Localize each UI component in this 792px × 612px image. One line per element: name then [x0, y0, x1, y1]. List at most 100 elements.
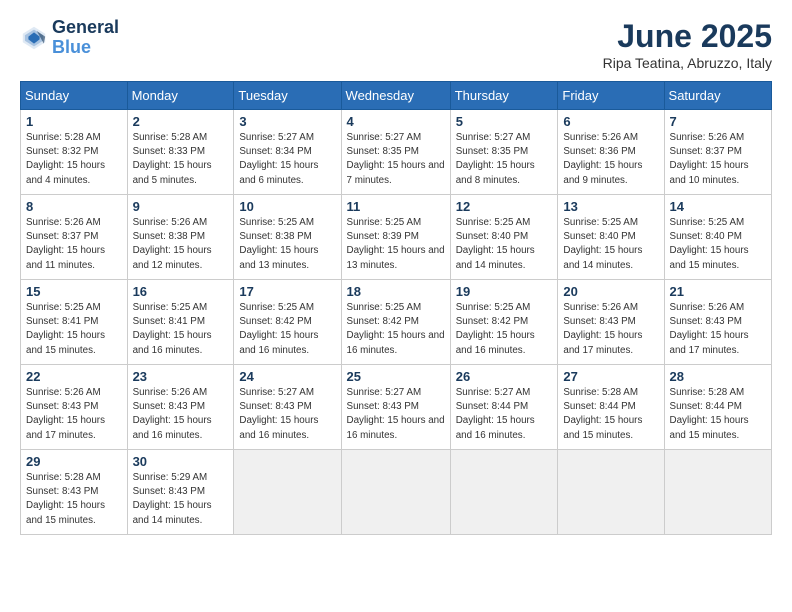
day-info: Sunrise: 5:26 AMSunset: 8:43 PMDaylight:…: [563, 301, 658, 358]
day-info: Sunrise: 5:25 AMSunset: 8:40 PMDaylight:…: [456, 216, 553, 273]
header: General Blue June 2025 Ripa Teatina, Abr…: [20, 18, 772, 71]
title-block: June 2025 Ripa Teatina, Abruzzo, Italy: [603, 18, 772, 71]
day-info: Sunrise: 5:25 AMSunset: 8:39 PMDaylight:…: [347, 216, 445, 273]
day-info: Sunrise: 5:26 AMSunset: 8:43 PMDaylight:…: [133, 386, 229, 443]
day-number: 9: [133, 199, 229, 214]
day-cell: 17 Sunrise: 5:25 AMSunset: 8:42 PMDayligh…: [234, 280, 341, 365]
day-cell: 22 Sunrise: 5:26 AMSunset: 8:43 PMDayligh…: [21, 365, 128, 450]
day-info: Sunrise: 5:28 AMSunset: 8:33 PMDaylight:…: [133, 131, 229, 188]
day-cell: 4 Sunrise: 5:27 AMSunset: 8:35 PMDaylight…: [341, 110, 450, 195]
day-cell: 11 Sunrise: 5:25 AMSunset: 8:39 PMDayligh…: [341, 195, 450, 280]
day-cell: 13 Sunrise: 5:25 AMSunset: 8:40 PMDayligh…: [558, 195, 664, 280]
day-cell: 15 Sunrise: 5:25 AMSunset: 8:41 PMDayligh…: [21, 280, 128, 365]
day-cell: 29 Sunrise: 5:28 AMSunset: 8:43 PMDayligh…: [21, 450, 128, 535]
week-row-3: 22 Sunrise: 5:26 AMSunset: 8:43 PMDayligh…: [21, 365, 772, 450]
day-number: 15: [26, 284, 122, 299]
day-info: Sunrise: 5:25 AMSunset: 8:40 PMDaylight:…: [670, 216, 766, 273]
day-number: 1: [26, 114, 122, 129]
day-cell: 3 Sunrise: 5:27 AMSunset: 8:34 PMDaylight…: [234, 110, 341, 195]
day-number: 26: [456, 369, 553, 384]
day-info: Sunrise: 5:25 AMSunset: 8:42 PMDaylight:…: [456, 301, 553, 358]
day-number: 8: [26, 199, 122, 214]
day-info: Sunrise: 5:26 AMSunset: 8:37 PMDaylight:…: [670, 131, 766, 188]
day-info: Sunrise: 5:25 AMSunset: 8:40 PMDaylight:…: [563, 216, 658, 273]
day-info: Sunrise: 5:28 AMSunset: 8:43 PMDaylight:…: [26, 471, 122, 528]
day-number: 22: [26, 369, 122, 384]
day-cell: 18Sunrise: 5:25 AMSunset: 8:42 PMDayligh…: [341, 280, 450, 365]
location: Ripa Teatina, Abruzzo, Italy: [603, 55, 772, 71]
day-number: 13: [563, 199, 658, 214]
logo-text: General Blue: [52, 18, 119, 58]
day-number: 24: [239, 369, 335, 384]
day-number: 14: [670, 199, 766, 214]
day-cell: 1 Sunrise: 5:28 AMSunset: 8:32 PMDaylight…: [21, 110, 128, 195]
day-number: 16: [133, 284, 229, 299]
day-info: Sunrise: 5:25 AMSunset: 8:42 PMDaylight:…: [347, 301, 445, 358]
day-number: 3: [239, 114, 335, 129]
day-number: 23: [133, 369, 229, 384]
day-info: Sunrise: 5:28 AMSunset: 8:32 PMDaylight:…: [26, 131, 122, 188]
day-number: 17: [239, 284, 335, 299]
day-cell: 16Sunrise: 5:25 AMSunset: 8:41 PMDayligh…: [127, 280, 234, 365]
page: General Blue June 2025 Ripa Teatina, Abr…: [0, 0, 792, 612]
day-cell: 12 Sunrise: 5:25 AMSunset: 8:40 PMDayligh…: [450, 195, 558, 280]
day-info: Sunrise: 5:27 AMSunset: 8:43 PMDaylight:…: [239, 386, 335, 443]
day-cell: 30Sunrise: 5:29 AMSunset: 8:43 PMDayligh…: [127, 450, 234, 535]
day-info: Sunrise: 5:27 AMSunset: 8:35 PMDaylight:…: [347, 131, 445, 188]
day-number: 29: [26, 454, 122, 469]
day-info: Sunrise: 5:28 AMSunset: 8:44 PMDaylight:…: [670, 386, 766, 443]
day-info: Sunrise: 5:26 AMSunset: 8:43 PMDaylight:…: [26, 386, 122, 443]
day-info: Sunrise: 5:25 AMSunset: 8:41 PMDaylight:…: [26, 301, 122, 358]
day-cell: 27Sunrise: 5:28 AMSunset: 8:44 PMDayligh…: [558, 365, 664, 450]
day-info: Sunrise: 5:27 AMSunset: 8:43 PMDaylight:…: [347, 386, 445, 443]
day-cell: [558, 450, 664, 535]
day-info: Sunrise: 5:27 AMSunset: 8:35 PMDaylight:…: [456, 131, 553, 188]
day-cell: 6 Sunrise: 5:26 AMSunset: 8:36 PMDaylight…: [558, 110, 664, 195]
day-info: Sunrise: 5:27 AMSunset: 8:34 PMDaylight:…: [239, 131, 335, 188]
day-cell: 5 Sunrise: 5:27 AMSunset: 8:35 PMDaylight…: [450, 110, 558, 195]
day-cell: 24 Sunrise: 5:27 AMSunset: 8:43 PMDayligh…: [234, 365, 341, 450]
day-number: 12: [456, 199, 553, 214]
day-info: Sunrise: 5:25 AMSunset: 8:42 PMDaylight:…: [239, 301, 335, 358]
day-number: 2: [133, 114, 229, 129]
week-row-1: 8Sunrise: 5:26 AMSunset: 8:37 PMDaylight…: [21, 195, 772, 280]
day-cell: 26 Sunrise: 5:27 AMSunset: 8:44 PMDayligh…: [450, 365, 558, 450]
day-info: Sunrise: 5:26 AMSunset: 8:36 PMDaylight:…: [563, 131, 658, 188]
week-row-4: 29 Sunrise: 5:28 AMSunset: 8:43 PMDayligh…: [21, 450, 772, 535]
day-info: Sunrise: 5:27 AMSunset: 8:44 PMDaylight:…: [456, 386, 553, 443]
day-number: 5: [456, 114, 553, 129]
month-title: June 2025: [603, 18, 772, 55]
day-number: 21: [670, 284, 766, 299]
day-info: Sunrise: 5:26 AMSunset: 8:43 PMDaylight:…: [670, 301, 766, 358]
logo-icon: [20, 24, 48, 52]
day-info: Sunrise: 5:26 AMSunset: 8:38 PMDaylight:…: [133, 216, 229, 273]
day-cell: 8Sunrise: 5:26 AMSunset: 8:37 PMDaylight…: [21, 195, 128, 280]
day-cell: 28Sunrise: 5:28 AMSunset: 8:44 PMDayligh…: [664, 365, 771, 450]
col-thursday: Thursday: [450, 82, 558, 110]
day-info: Sunrise: 5:28 AMSunset: 8:44 PMDaylight:…: [563, 386, 658, 443]
header-row: Sunday Monday Tuesday Wednesday Thursday…: [21, 82, 772, 110]
logo: General Blue: [20, 18, 119, 58]
day-number: 30: [133, 454, 229, 469]
day-cell: [450, 450, 558, 535]
calendar: Sunday Monday Tuesday Wednesday Thursday…: [20, 81, 772, 535]
day-cell: 25Sunrise: 5:27 AMSunset: 8:43 PMDayligh…: [341, 365, 450, 450]
day-number: 4: [347, 114, 445, 129]
day-cell: 10 Sunrise: 5:25 AMSunset: 8:38 PMDayligh…: [234, 195, 341, 280]
week-row-0: 1 Sunrise: 5:28 AMSunset: 8:32 PMDaylight…: [21, 110, 772, 195]
week-row-2: 15 Sunrise: 5:25 AMSunset: 8:41 PMDayligh…: [21, 280, 772, 365]
col-sunday: Sunday: [21, 82, 128, 110]
day-cell: 9 Sunrise: 5:26 AMSunset: 8:38 PMDaylight…: [127, 195, 234, 280]
col-tuesday: Tuesday: [234, 82, 341, 110]
col-monday: Monday: [127, 82, 234, 110]
day-cell: 14 Sunrise: 5:25 AMSunset: 8:40 PMDayligh…: [664, 195, 771, 280]
day-cell: 7Sunrise: 5:26 AMSunset: 8:37 PMDaylight…: [664, 110, 771, 195]
day-cell: [664, 450, 771, 535]
day-number: 20: [563, 284, 658, 299]
day-number: 19: [456, 284, 553, 299]
day-number: 10: [239, 199, 335, 214]
day-cell: 2 Sunrise: 5:28 AMSunset: 8:33 PMDaylight…: [127, 110, 234, 195]
day-number: 6: [563, 114, 658, 129]
day-info: Sunrise: 5:25 AMSunset: 8:38 PMDaylight:…: [239, 216, 335, 273]
day-number: 11: [347, 199, 445, 214]
